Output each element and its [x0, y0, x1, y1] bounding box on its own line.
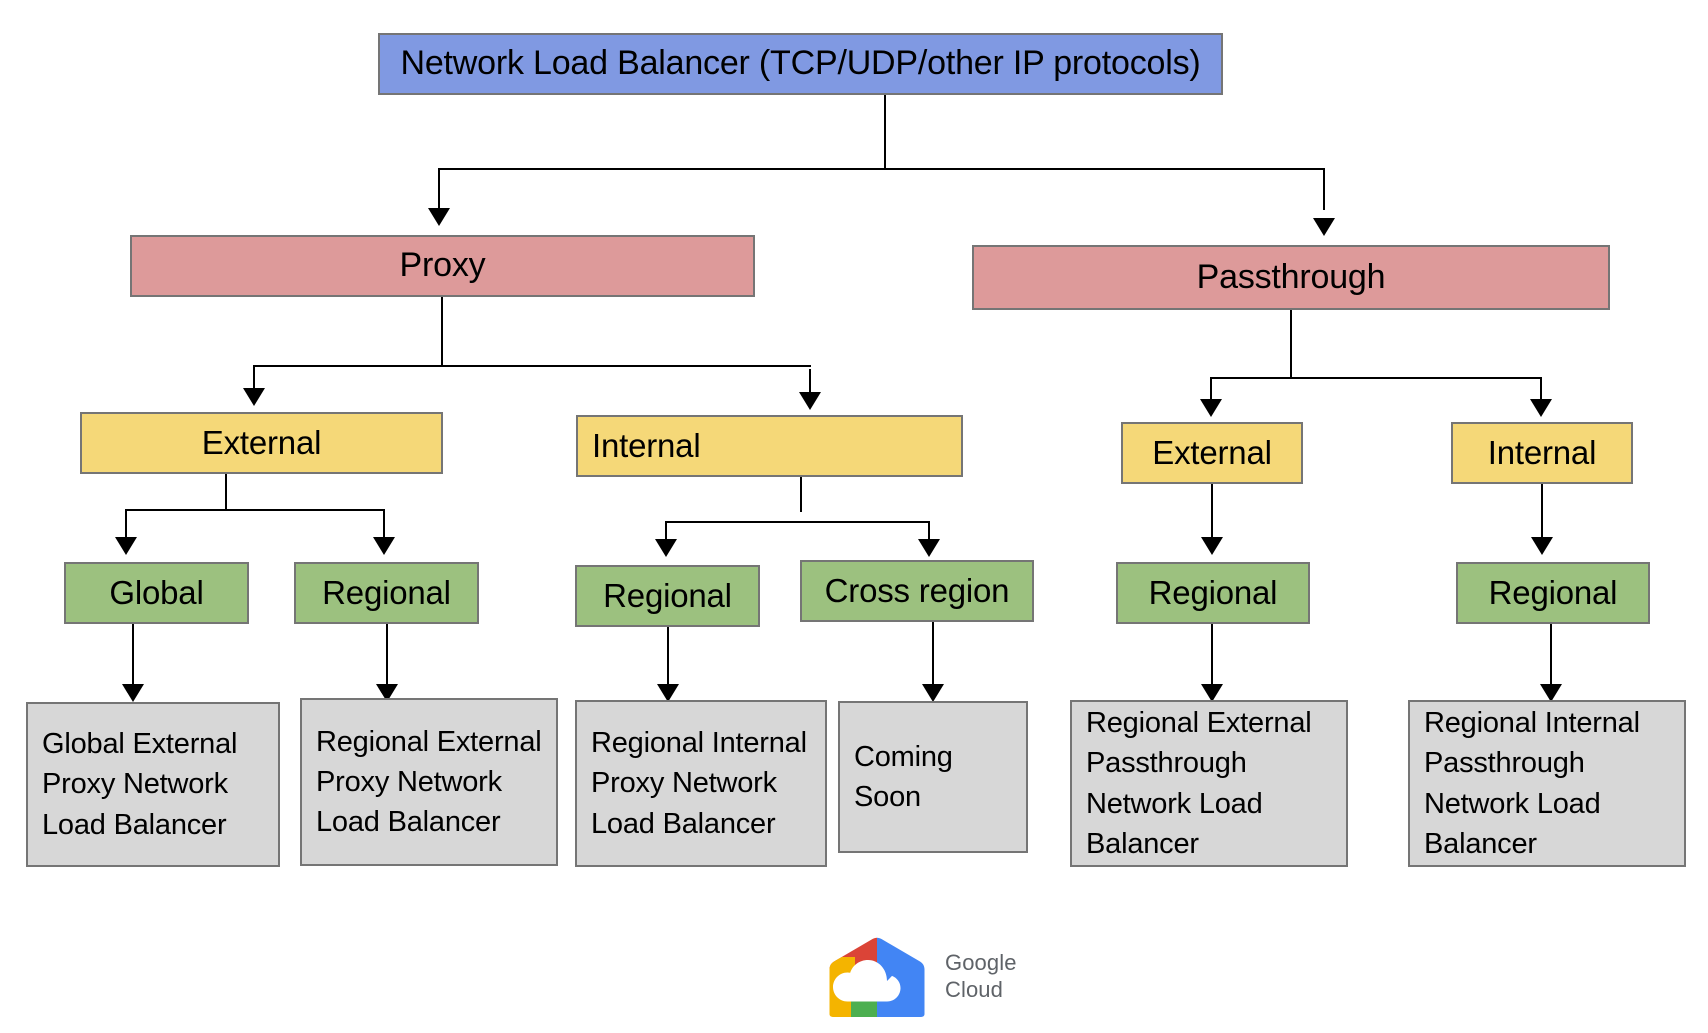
arrowhead-passthrough-to-external	[1200, 399, 1222, 417]
arrowhead-crossregion-to-product	[922, 684, 944, 702]
connector-pe-bus	[125, 509, 385, 511]
connector-pi-to-regional	[665, 521, 667, 541]
connector-root-bus	[438, 168, 1325, 170]
connector-pte-to-regional	[1211, 484, 1213, 539]
node-label: Global	[109, 573, 204, 611]
connector-passthrough-bus	[1210, 377, 1542, 379]
node-product-regional-internal-proxy-nlb[interactable]: Regional Internal Proxy Network Load Bal…	[575, 700, 827, 867]
node-label: Coming Soon	[854, 740, 953, 813]
node-reach-global[interactable]: Global	[64, 562, 249, 624]
connector-root-to-passthrough	[1323, 168, 1325, 210]
arrowhead-pe-to-regional	[373, 537, 395, 555]
node-product-regional-external-proxy-nlb[interactable]: Regional External Proxy Network Load Bal…	[300, 698, 558, 866]
node-scope-proxy-internal[interactable]: Internal	[576, 415, 963, 477]
connector-pter-to-product	[1211, 624, 1213, 686]
node-category-proxy[interactable]: Proxy	[130, 235, 755, 297]
connector-pi-stem	[800, 477, 802, 512]
node-label: Cross region	[824, 571, 1010, 609]
connector-proxy-stem	[441, 297, 443, 366]
brand-line-cloud: Cloud	[945, 977, 1003, 1002]
node-reach-proxy-internal-regional[interactable]: Regional	[575, 565, 760, 627]
node-label: Regional	[1148, 573, 1278, 611]
node-label: Internal	[1487, 433, 1597, 471]
connector-passthrough-to-external	[1210, 377, 1212, 401]
connector-pti-to-regional	[1541, 484, 1543, 539]
connector-pe-stem	[225, 474, 227, 510]
arrowhead-pti-to-regional	[1531, 537, 1553, 555]
arrowhead-pi-to-crossregion	[918, 539, 940, 557]
node-reach-cross-region[interactable]: Cross region	[800, 560, 1034, 622]
arrowhead-pte-to-regional	[1201, 537, 1223, 555]
node-label: Regional	[1488, 573, 1618, 611]
node-product-regional-external-passthrough-nlb[interactable]: Regional External Passthrough Network Lo…	[1070, 700, 1348, 867]
connector-pe-to-regional	[383, 509, 385, 539]
node-label: Global External Proxy Network Load Balan…	[42, 728, 238, 841]
node-label: Network Load Balancer (TCP/UDP/other IP …	[400, 44, 1201, 83]
arrowhead-proxy-to-external	[243, 388, 265, 406]
google-cloud-branding: Google Cloud	[825, 935, 1017, 1019]
connector-crossregion-to-product	[932, 622, 934, 686]
node-label: Regional External Passthrough Network Lo…	[1086, 707, 1312, 860]
connector-pi-to-crossregion	[928, 521, 930, 541]
connector-root-stem	[884, 95, 886, 169]
arrowhead-root-to-passthrough	[1313, 218, 1335, 236]
connector-proxy-to-internal	[809, 369, 811, 394]
connector-global-to-product	[132, 624, 134, 686]
node-label: Regional	[603, 576, 732, 614]
arrowhead-pi-to-regional	[655, 539, 677, 557]
node-product-global-external-proxy-nlb[interactable]: Global External Proxy Network Load Balan…	[26, 702, 280, 867]
connector-pir-to-product	[667, 627, 669, 686]
connector-proxy-bus	[253, 365, 811, 367]
node-scope-passthrough-external[interactable]: External	[1121, 422, 1303, 484]
google-cloud-logo-icon	[825, 935, 929, 1019]
node-label: Regional Internal Passthrough Network Lo…	[1424, 707, 1640, 860]
connector-proxy-to-external	[253, 365, 255, 390]
google-cloud-wordmark: Google Cloud	[945, 950, 1017, 1004]
node-label: External	[1152, 433, 1272, 471]
node-product-regional-internal-passthrough-nlb[interactable]: Regional Internal Passthrough Network Lo…	[1408, 700, 1686, 867]
connector-root-to-proxy	[438, 168, 440, 210]
connector-pi-bus	[665, 521, 930, 523]
connector-per-to-product	[386, 624, 388, 686]
connector-pe-to-global	[125, 509, 127, 539]
node-scope-proxy-external[interactable]: External	[80, 412, 443, 474]
diagram-canvas: Network Load Balancer (TCP/UDP/other IP …	[0, 0, 1708, 1033]
node-network-load-balancer-root[interactable]: Network Load Balancer (TCP/UDP/other IP …	[378, 33, 1223, 95]
node-category-passthrough[interactable]: Passthrough	[972, 245, 1610, 310]
arrowhead-passthrough-to-internal	[1530, 399, 1552, 417]
arrowhead-root-to-proxy	[428, 208, 450, 226]
arrowhead-global-to-product	[122, 684, 144, 702]
node-label: External	[201, 423, 322, 461]
node-label: Regional Internal Proxy Network Load Bal…	[591, 727, 807, 840]
node-reach-proxy-external-regional[interactable]: Regional	[294, 562, 479, 624]
brand-line-google: Google	[945, 950, 1017, 976]
node-label: Regional	[322, 573, 451, 611]
connector-passthrough-stem	[1290, 310, 1292, 378]
node-label: Proxy	[399, 246, 486, 285]
node-reach-passthrough-external-regional[interactable]: Regional	[1116, 562, 1310, 624]
arrowhead-proxy-to-internal	[799, 392, 821, 410]
node-label: Passthrough	[1196, 257, 1386, 296]
node-scope-passthrough-internal[interactable]: Internal	[1451, 422, 1633, 484]
node-label: Internal	[592, 426, 701, 464]
node-product-coming-soon[interactable]: Coming Soon	[838, 701, 1028, 853]
node-label: Regional External Proxy Network Load Bal…	[316, 725, 542, 838]
node-reach-passthrough-internal-regional[interactable]: Regional	[1456, 562, 1650, 624]
connector-passthrough-to-internal	[1540, 377, 1542, 401]
arrowhead-pe-to-global	[115, 537, 137, 555]
connector-ptir-to-product	[1550, 624, 1552, 686]
